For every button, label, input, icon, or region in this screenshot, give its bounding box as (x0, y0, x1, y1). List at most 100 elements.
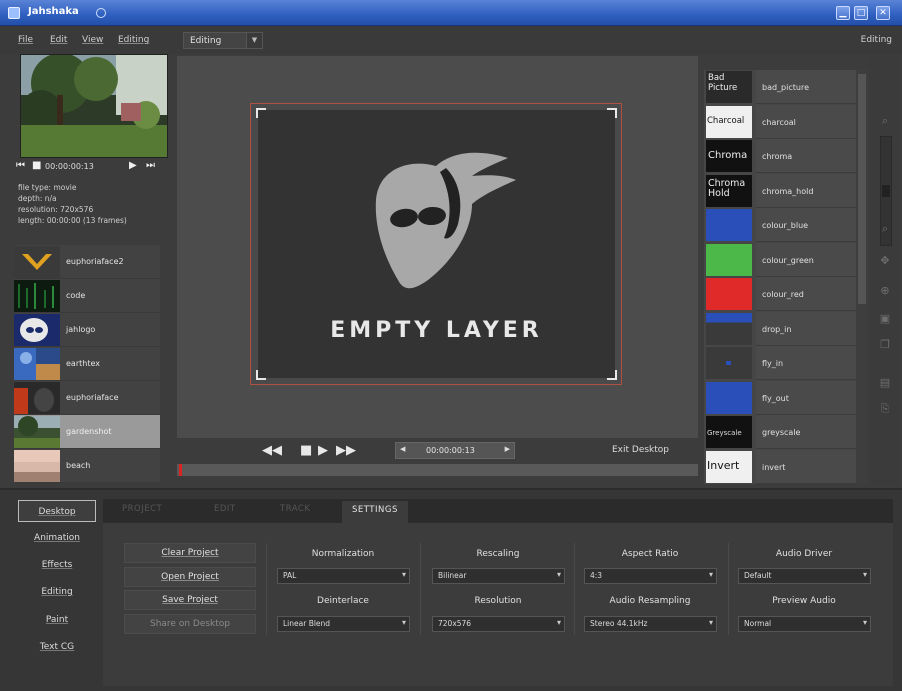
pin-icon[interactable] (96, 8, 106, 18)
menu-edit[interactable]: Edit (50, 35, 67, 45)
move-icon[interactable]: ✥ (876, 254, 894, 268)
mode-dropdown[interactable]: Editing ▼ (183, 32, 263, 49)
rescaling-value: Bilinear (438, 571, 467, 580)
crop-handle-tr[interactable] (607, 108, 617, 118)
normalization-select[interactable]: PAL ▾ (277, 568, 410, 584)
asset-thumbnail (14, 314, 60, 346)
list-item[interactable]: drop_in (704, 311, 856, 347)
tab-project[interactable]: PROJECT (122, 504, 162, 524)
asset-name: code (66, 291, 86, 300)
editing-button[interactable]: Editing (18, 581, 96, 603)
crop-handle-tl[interactable] (256, 108, 266, 118)
list-item[interactable]: Chroma chroma (704, 139, 856, 174)
tab-track[interactable]: TRACK (280, 504, 310, 524)
list-item[interactable]: gardenshot (14, 415, 160, 449)
resolution-select[interactable]: 720x576 ▾ (432, 616, 565, 632)
play-icon[interactable]: ▶ (129, 160, 137, 171)
preview-audio-select[interactable]: Normal ▾ (738, 616, 871, 632)
tab-settings[interactable]: SETTINGS (342, 501, 408, 524)
list-item[interactable]: Charcoal charcoal (704, 104, 856, 140)
list-item[interactable]: fly_in (704, 346, 856, 381)
list-item[interactable]: euphoriaface2 (14, 245, 160, 279)
list-item[interactable]: Bad Picture bad_picture (704, 70, 856, 105)
clip-info-depth: depth: n/a (18, 194, 57, 203)
list-item[interactable]: code (14, 279, 160, 313)
play-icon[interactable]: ▶ (318, 444, 328, 457)
chevron-down-icon: ▾ (401, 570, 406, 579)
effect-thumbnail: Chroma Hold (706, 174, 752, 207)
effect-thumbnail (706, 312, 752, 345)
skip-end-icon[interactable]: ⏭ (146, 160, 155, 171)
skip-start-icon[interactable]: ⏮ (16, 160, 25, 171)
save-icon[interactable]: ▤ (876, 376, 894, 390)
menu-view[interactable]: View (82, 35, 103, 45)
rescaling-select[interactable]: Bilinear ▾ (432, 568, 565, 584)
playhead[interactable] (179, 464, 182, 476)
asset-name: jahlogo (66, 325, 96, 334)
chevron-down-icon: ▾ (862, 618, 867, 627)
audio-driver-select[interactable]: Default ▾ (738, 568, 871, 584)
deinterlace-select[interactable]: Linear Blend ▾ (277, 616, 410, 632)
list-item[interactable]: euphoriaface (14, 381, 160, 415)
mode-dropdown-value: Editing (190, 36, 222, 46)
list-item[interactable]: colour_blue (704, 208, 856, 243)
stop-icon[interactable]: ■ (32, 160, 41, 171)
list-item[interactable]: colour_green (704, 242, 856, 278)
divider (574, 543, 575, 635)
close-button[interactable]: ✕ (876, 6, 890, 20)
layer-icon[interactable]: ▣ (876, 312, 894, 326)
stop-icon[interactable]: ■ (300, 444, 312, 457)
maximize-button[interactable]: □ (854, 6, 868, 20)
list-item[interactable]: jahlogo (14, 313, 160, 347)
list-item[interactable]: beach (14, 449, 160, 483)
effects-button[interactable]: Effects (18, 554, 96, 576)
minimize-button[interactable]: ▁ (836, 6, 850, 20)
copy-icon[interactable]: ❐ (876, 338, 894, 352)
audio-driver-label: Audio Driver (775, 549, 833, 559)
effects-scrollbar[interactable] (856, 70, 868, 484)
paint-button[interactable]: Paint (18, 609, 96, 631)
list-item[interactable]: Invert invert (704, 449, 856, 485)
asset-name: euphoriaface2 (66, 257, 124, 266)
share-on-desktop-button[interactable]: Share on Desktop (124, 614, 256, 634)
audio-resampling-select[interactable]: Stereo 44.1kHz ▾ (584, 616, 717, 632)
fast-forward-icon[interactable]: ▶▶ (336, 444, 356, 457)
text-cg-button[interactable]: Text CG (18, 636, 96, 658)
aspect-ratio-select[interactable]: 4:3 ▾ (584, 568, 717, 584)
effect-name: chroma (762, 152, 793, 161)
scrollbar-thumb[interactable] (858, 74, 866, 304)
aspect-ratio-value: 4:3 (590, 571, 603, 580)
slider-knob[interactable] (882, 185, 890, 197)
clip-info: file type: movie depth: n/a resolution: … (18, 182, 127, 226)
audio-resampling-value: Stereo 44.1kHz (590, 619, 648, 628)
rewind-icon[interactable]: ◀◀ (262, 444, 282, 457)
save-project-button[interactable]: Save Project (124, 590, 256, 610)
preview-timecode: 00:00:00:13 (45, 162, 94, 171)
chevron-down-icon: ▾ (862, 570, 867, 579)
export-icon[interactable]: ⎘ (876, 402, 894, 416)
list-item[interactable]: colour_red (704, 277, 856, 312)
spinner-right-icon[interactable]: ▶ (505, 445, 510, 453)
list-item[interactable]: fly_out (704, 380, 856, 416)
spinner-left-icon[interactable]: ◀ (400, 445, 405, 453)
exit-desktop-button[interactable]: Exit Desktop (612, 445, 669, 455)
list-item[interactable]: Chroma Hold chroma_hold (704, 173, 856, 209)
effect-thumbnail: Chroma (706, 140, 752, 172)
list-item[interactable]: Greyscale greyscale (704, 415, 856, 450)
list-item[interactable]: earthtex (14, 347, 160, 381)
timeline-scrubber[interactable] (177, 464, 698, 476)
menu-editing[interactable]: Editing (118, 35, 149, 45)
app-icon[interactable] (8, 7, 20, 19)
add-icon[interactable]: ⊕ (876, 284, 894, 298)
desktop-button[interactable]: Desktop (18, 500, 96, 522)
zoom-icon[interactable]: ⌕ (876, 114, 894, 128)
clear-project-button[interactable]: Clear Project (124, 543, 256, 563)
open-project-button[interactable]: Open Project (124, 567, 256, 587)
menu-file[interactable]: File (18, 35, 33, 45)
search-icon[interactable]: ⌕ (876, 222, 894, 236)
timecode-spinner[interactable]: ◀ 00:00:00:13 ▶ (395, 442, 515, 459)
animation-button[interactable]: Animation (18, 527, 96, 549)
crop-handle-bl[interactable] (256, 370, 266, 380)
tab-edit[interactable]: EDIT (214, 504, 236, 524)
crop-handle-br[interactable] (607, 370, 617, 380)
